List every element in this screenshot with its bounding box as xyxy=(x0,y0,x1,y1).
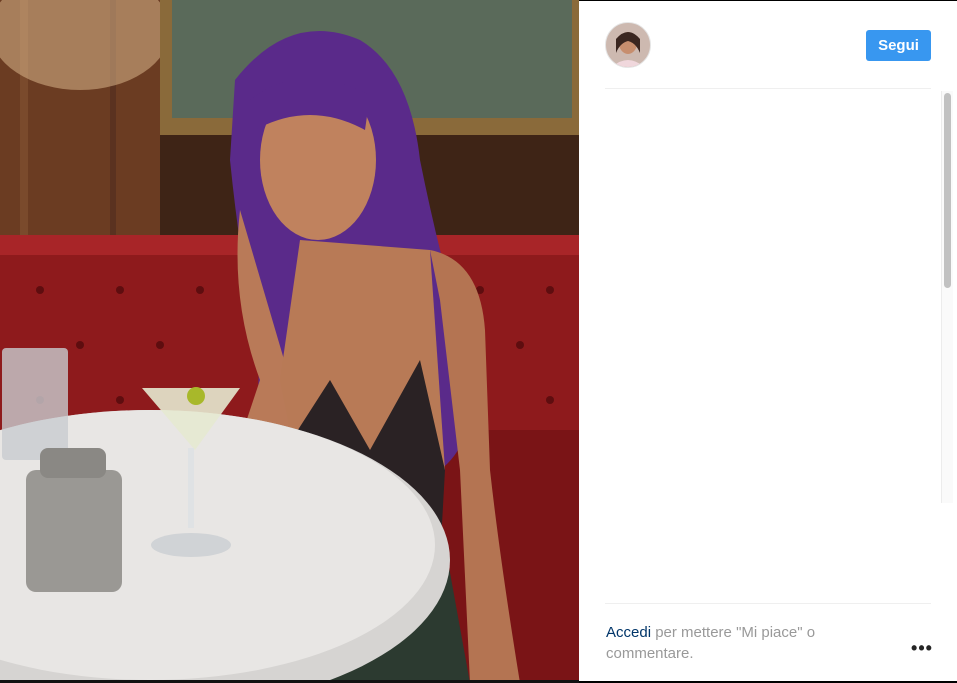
login-prompt: Accedi per mettere "Mi piace" o commenta… xyxy=(606,622,876,664)
comments-list[interactable] xyxy=(605,89,945,503)
follow-button[interactable]: Segui xyxy=(866,30,931,61)
login-link[interactable]: Accedi xyxy=(606,624,651,641)
author-avatar[interactable] xyxy=(605,22,651,68)
more-options-icon: ••• xyxy=(911,638,933,658)
post-photo-illustration xyxy=(0,0,579,683)
footer-divider xyxy=(605,603,931,604)
more-options-button[interactable]: ••• xyxy=(910,638,934,661)
post-side-panel: Segui Accedi per mettere "Mi piace" o co… xyxy=(579,1,957,681)
profile-avatar-icon xyxy=(606,23,650,67)
post-photo[interactable] xyxy=(0,0,579,683)
comments-scrollbar-thumb[interactable] xyxy=(944,93,951,288)
